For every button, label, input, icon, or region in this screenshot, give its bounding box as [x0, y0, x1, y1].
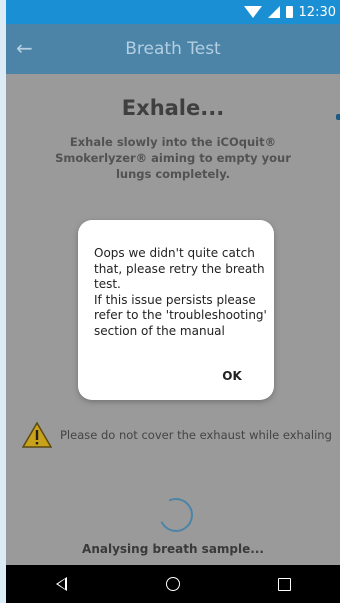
- status-bar: 12:30: [6, 0, 340, 24]
- dialog-line: section of the manual: [94, 323, 225, 338]
- signal-icon: [267, 6, 280, 18]
- dialog-line: that, please retry the breath: [94, 261, 265, 276]
- edge-indicator: [336, 114, 340, 120]
- recents-nav-icon: [277, 577, 291, 591]
- exhale-instructions: Exhale slowly into the iCOquit® Smokerly…: [55, 135, 291, 181]
- app-bar: ← Breath Test: [6, 24, 340, 74]
- warning-text: Please do not cover the exhaust while ex…: [60, 428, 332, 442]
- phone-screen: 12:30 ← Breath Test Exhale... Exhale slo…: [6, 0, 340, 603]
- loading-spinner-icon: [154, 493, 198, 537]
- app-title: Breath Test: [125, 39, 221, 59]
- back-nav-icon: [56, 577, 68, 591]
- wifi-icon: [243, 6, 262, 18]
- analysing-status: Analysing breath sample...: [82, 542, 264, 556]
- ok-button[interactable]: OK: [210, 364, 254, 388]
- dialog-line: If this issue persists please: [94, 292, 256, 307]
- warning-triangle-icon: [22, 421, 52, 448]
- dialog-message: Oops we didn't quite catch that, please …: [94, 246, 267, 339]
- exhale-heading: Exhale...: [121, 96, 225, 120]
- home-nav-button[interactable]: [153, 565, 193, 603]
- dialog-line: refer to the 'troubleshooting': [94, 308, 267, 322]
- warning-row: Please do not cover the exhaust while ex…: [22, 420, 336, 450]
- dialog-line: Oops we didn't quite catch: [94, 246, 255, 260]
- battery-icon: [285, 6, 293, 18]
- home-nav-icon: [165, 577, 180, 591]
- error-dialog: Oops we didn't quite catch that, please …: [78, 220, 274, 400]
- back-nav-button[interactable]: [42, 565, 82, 603]
- status-icons: 12:30: [243, 3, 336, 21]
- recents-nav-button[interactable]: [264, 565, 304, 603]
- status-time: 12:30: [298, 4, 336, 20]
- system-nav-bar: [6, 565, 340, 603]
- dialog-line: test.: [94, 277, 121, 291]
